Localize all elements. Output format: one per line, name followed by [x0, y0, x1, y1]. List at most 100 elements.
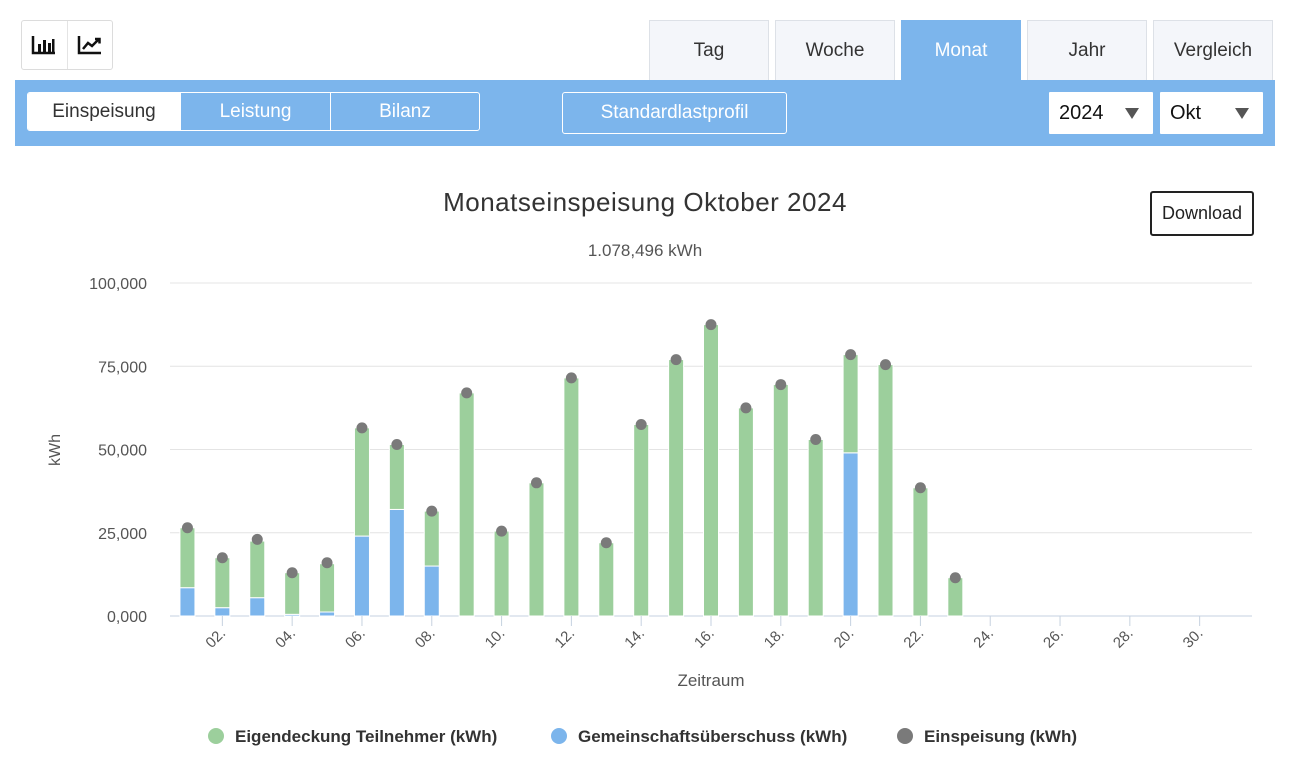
point-einspeisung — [810, 434, 822, 446]
x-tick-label: 20. — [831, 625, 858, 652]
point-einspeisung — [635, 419, 647, 431]
bar-gemeinschaftsueberschuss — [353, 535, 370, 617]
x-tick-label: 28. — [1110, 625, 1137, 652]
y-tick-label: 0,000 — [107, 609, 147, 626]
bar-eigendeckung — [249, 540, 266, 599]
bar-eigendeckung — [179, 527, 196, 589]
bar-gemeinschaftsueberschuss — [179, 587, 196, 617]
chart-subtitle: 1.078,496 kWh — [588, 241, 702, 260]
x-tick-label: 24. — [970, 625, 997, 652]
legend-label: Eigendeckung Teilnehmer (kWh) — [235, 727, 497, 746]
segment-bilanz[interactable]: Bilanz — [330, 93, 479, 130]
x-tick-label: 14. — [621, 625, 648, 652]
y-tick-label: 75,000 — [98, 359, 147, 376]
bar-eigendeckung — [912, 487, 929, 617]
bar-chart-view-button[interactable] — [22, 21, 67, 69]
caret-down-icon — [1125, 108, 1139, 119]
bar-eigendeckung — [458, 392, 475, 617]
point-einspeisung — [740, 402, 752, 414]
bar-eigendeckung — [772, 384, 789, 617]
bar-gemeinschaftsueberschuss — [842, 452, 859, 617]
bar-eigendeckung — [528, 482, 545, 617]
bar-eigendeckung — [388, 444, 405, 510]
chart: Monatseinspeisung Oktober 2024 1.078,496 … — [47, 187, 1252, 746]
tab-jahr[interactable]: Jahr — [1027, 20, 1147, 80]
point-einspeisung — [845, 349, 857, 361]
metric-segmented-control: Einspeisung Leistung Bilanz — [27, 92, 480, 131]
point-einspeisung — [530, 477, 542, 489]
year-select-value: 2024 — [1059, 101, 1104, 124]
point-einspeisung — [216, 552, 228, 564]
bar-eigendeckung — [668, 359, 685, 617]
bar-chart-icon — [32, 36, 56, 55]
tab-tag[interactable]: Tag — [649, 20, 769, 80]
x-axis-label: Zeitraum — [677, 671, 744, 690]
bar-eigendeckung — [877, 364, 894, 617]
x-tick-label: 10. — [482, 625, 509, 652]
tab-vergleich[interactable]: Vergleich — [1153, 20, 1273, 80]
bar-gemeinschaftsueberschuss — [319, 611, 336, 617]
point-einspeisung — [880, 359, 892, 371]
standardlastprofil-button[interactable]: Standardlastprofil — [562, 92, 787, 134]
x-tick-label: 12. — [551, 625, 578, 652]
bar-eigendeckung — [737, 407, 754, 617]
x-tick-label: 18. — [761, 625, 788, 652]
x-tick-label: 06. — [342, 625, 369, 652]
tab-woche[interactable]: Woche — [775, 20, 895, 80]
x-tick-label: 08. — [412, 625, 439, 652]
bar-eigendeckung — [598, 542, 615, 617]
segment-einspeisung[interactable]: Einspeisung — [28, 93, 180, 130]
legend-marker — [551, 728, 567, 744]
legend-marker — [897, 728, 913, 744]
bar-eigendeckung — [423, 510, 440, 567]
x-tick-label: 04. — [272, 625, 299, 652]
month-select-value: Okt — [1170, 101, 1202, 124]
point-einspeisung — [949, 572, 961, 584]
point-einspeisung — [251, 533, 263, 545]
legend-label: Einspeisung (kWh) — [924, 727, 1077, 746]
bar-eigendeckung — [947, 577, 964, 617]
bar-eigendeckung — [319, 563, 336, 613]
bar-eigendeckung — [703, 324, 719, 617]
point-einspeisung — [565, 372, 577, 384]
point-einspeisung — [321, 557, 333, 569]
bar-eigendeckung — [807, 439, 824, 617]
legend-label: Gemeinschaftsüberschuss (kWh) — [578, 727, 847, 746]
x-tick-label: 16. — [691, 625, 718, 652]
x-tick-label: 26. — [1040, 625, 1067, 652]
bar-gemeinschaftsueberschuss — [214, 607, 231, 617]
tab-monat[interactable]: Monat — [901, 20, 1021, 80]
legend-marker — [208, 728, 224, 744]
year-select[interactable]: 2024 — [1049, 92, 1153, 134]
bar-gemeinschaftsueberschuss — [423, 565, 440, 617]
y-tick-label: 50,000 — [98, 443, 147, 460]
bar-eigendeckung — [493, 530, 510, 617]
line-chart-view-button[interactable] — [66, 21, 112, 69]
bar-eigendeckung — [353, 427, 370, 537]
x-tick-label: 22. — [900, 625, 927, 652]
bar-eigendeckung — [284, 572, 301, 615]
point-einspeisung — [356, 422, 368, 434]
point-einspeisung — [775, 379, 787, 391]
point-einspeisung — [286, 567, 298, 579]
bar-gemeinschaftsueberschuss — [249, 597, 266, 617]
period-tabs: Tag Woche Monat Jahr Vergleich — [649, 20, 1273, 80]
caret-down-icon — [1235, 108, 1249, 119]
point-einspeisung — [461, 387, 473, 399]
bar-eigendeckung — [214, 557, 231, 609]
x-tick-label: 30. — [1180, 625, 1207, 652]
point-einspeisung — [705, 319, 717, 331]
y-tick-label: 100,000 — [89, 276, 147, 293]
point-einspeisung — [391, 439, 403, 451]
y-tick-label: 25,000 — [98, 526, 147, 543]
month-select[interactable]: Okt — [1160, 92, 1263, 134]
point-einspeisung — [914, 482, 926, 494]
bar-gemeinschaftsueberschuss — [388, 508, 405, 617]
bar-eigendeckung — [633, 424, 650, 617]
point-einspeisung — [426, 505, 438, 517]
point-einspeisung — [181, 522, 193, 534]
bar-eigendeckung — [563, 377, 580, 617]
segment-leistung[interactable]: Leistung — [180, 93, 330, 130]
line-chart-icon — [77, 36, 101, 55]
point-einspeisung — [496, 525, 508, 537]
